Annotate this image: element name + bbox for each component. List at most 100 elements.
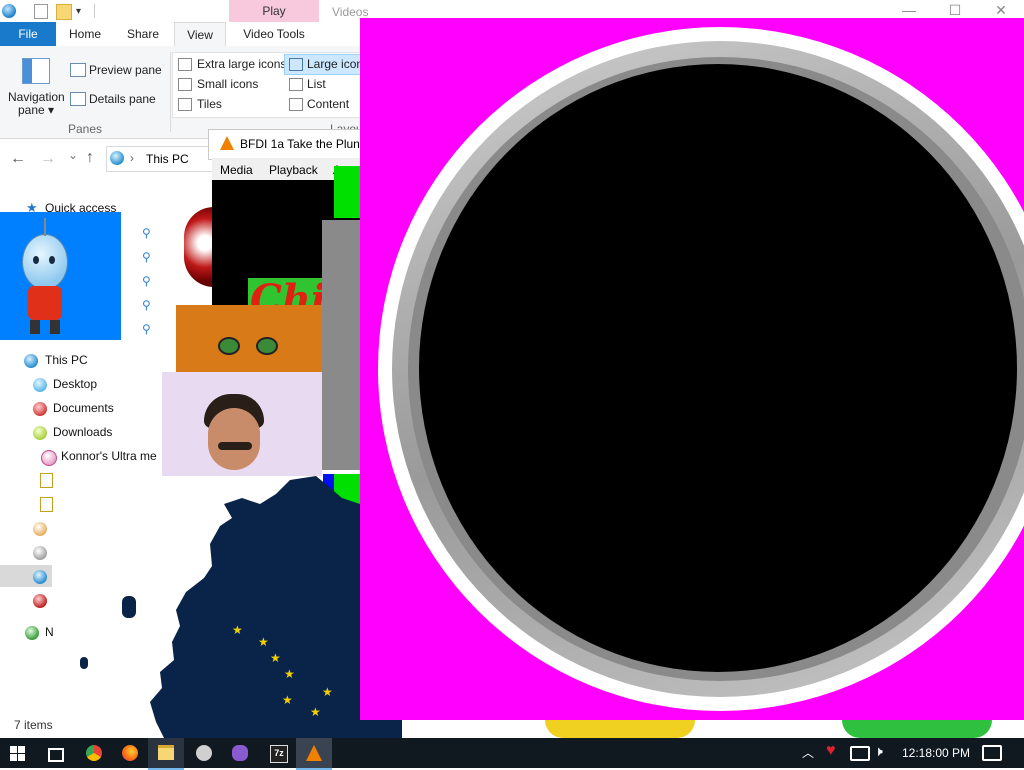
svg-text:★: ★ [258, 635, 269, 649]
vlc-icon [306, 745, 322, 761]
chrome-taskbar-button[interactable] [76, 738, 112, 768]
play-contextual-tab[interactable]: Play [229, 0, 319, 22]
tab-view[interactable]: View [174, 22, 226, 47]
vlc-window-title: BFDI 1a Take the Plung [240, 137, 367, 151]
vlc-menu-media[interactable]: Media [220, 163, 253, 177]
black-circle [419, 64, 1017, 672]
file-icon [40, 473, 53, 488]
vlc-cone-icon [220, 136, 234, 150]
start-button[interactable] [0, 738, 36, 768]
recent-locations-button[interactable]: ⌄ [68, 148, 78, 162]
chrome-icon [86, 745, 102, 761]
properties-icon[interactable] [34, 4, 48, 19]
7zip-icon: 7z [270, 745, 288, 763]
tiles-option[interactable]: Tiles [197, 97, 222, 111]
nav-documents[interactable]: Documents [53, 396, 114, 420]
dark-strip-image [360, 720, 402, 738]
file-explorer-taskbar-button[interactable] [148, 738, 184, 770]
drive-icon [33, 522, 47, 536]
breadcrumb-separator: › [130, 151, 134, 165]
pin-icon[interactable]: ⚲ [142, 298, 151, 312]
gray-panel-image [322, 220, 360, 470]
list-option[interactable]: List [307, 77, 326, 91]
new-folder-icon[interactable] [56, 4, 72, 20]
quick-access-dropdown-icon[interactable]: ▾ [76, 2, 86, 18]
green-block-image [334, 166, 360, 218]
navigation-pane-dropdown[interactable]: pane ▾ [18, 103, 54, 117]
cat-face-image [176, 305, 322, 373]
taskbar-clock[interactable]: 12:18:00 PM [902, 738, 970, 768]
konnors-folder-icon [41, 450, 57, 466]
nav-konnors-folder[interactable]: Konnor's Ultra me [61, 444, 157, 468]
nav-desktop[interactable]: Desktop [53, 372, 97, 396]
pin-icon[interactable]: ⚲ [142, 322, 151, 336]
breadcrumb-this-pc[interactable]: This PC [146, 152, 189, 166]
small-icons-option[interactable]: Small icons [197, 77, 258, 91]
task-view-icon [48, 748, 64, 762]
network-icon [25, 626, 39, 640]
content-icon [289, 98, 303, 111]
ribbon-divider [170, 52, 171, 132]
svg-text:★: ★ [310, 705, 321, 719]
tab-file[interactable]: File [0, 22, 56, 46]
svg-text:★: ★ [282, 693, 293, 707]
pin-icon[interactable]: ⚲ [142, 274, 151, 288]
details-pane-icon [70, 92, 86, 106]
nav-downloads[interactable]: Downloads [53, 420, 112, 444]
list-icon [289, 78, 303, 91]
7zip-taskbar-button[interactable]: 7z [260, 738, 296, 768]
small-island-shape [122, 596, 136, 618]
vlc-menu-playback[interactable]: Playback [269, 163, 318, 177]
desktop-icon [33, 378, 47, 392]
mouse-character-image [0, 212, 121, 340]
extra-large-icons-icon [178, 58, 192, 71]
network-tray-icon[interactable] [850, 746, 870, 761]
drive-icon [33, 594, 47, 608]
vlc-taskbar-button[interactable] [296, 738, 332, 770]
volume-tray-icon[interactable]: 🕨 [874, 743, 883, 760]
mouse-app-icon [196, 745, 212, 761]
explorer-app-icon[interactable] [2, 4, 16, 18]
mouse-app-taskbar-button[interactable] [186, 738, 222, 768]
drive-icon[interactable] [33, 570, 47, 584]
svg-text:★: ★ [284, 667, 295, 681]
green-disc-edge [842, 720, 992, 738]
nav-network[interactable]: N [45, 620, 54, 644]
forward-button[interactable]: → [40, 150, 56, 168]
panes-group-label: Panes [68, 122, 103, 136]
drive-icon [33, 546, 47, 560]
this-pc-icon [24, 354, 38, 368]
alaska-map-image: ★ ★ ★ ★ ★ ★ ★ [150, 476, 360, 738]
pin-icon[interactable]: ⚲ [142, 250, 151, 264]
start-icon [10, 746, 25, 761]
extra-large-icons-option[interactable]: Extra large icons [197, 57, 286, 71]
tab-video-tools[interactable]: Video Tools [234, 22, 314, 46]
pin-icon[interactable]: ⚲ [142, 226, 151, 240]
content-option[interactable]: Content [307, 97, 349, 111]
details-pane-button[interactable]: Details pane [89, 92, 156, 106]
navigation-pane-button[interactable]: Navigation [8, 90, 65, 104]
up-button[interactable]: ↑ [86, 149, 94, 167]
show-hidden-icons-button[interactable]: ︿ [802, 744, 814, 761]
small-icons-icon [178, 78, 192, 91]
svg-text:★: ★ [322, 685, 333, 699]
svg-text:★: ★ [270, 651, 281, 665]
firefox-taskbar-button[interactable] [112, 738, 148, 768]
status-item-count: 7 items [14, 718, 53, 732]
file-explorer-icon [158, 745, 174, 760]
action-center-button[interactable] [982, 745, 1002, 761]
task-view-button[interactable] [36, 738, 72, 768]
heart-tray-icon[interactable]: ♥ [826, 742, 836, 760]
preview-pane-button[interactable]: Preview pane [89, 63, 162, 77]
tab-home[interactable]: Home [60, 22, 110, 46]
navigation-pane-icon [22, 58, 50, 84]
tab-share[interactable]: Share [118, 22, 168, 46]
back-button[interactable]: ← [10, 150, 26, 168]
bonzi-taskbar-button[interactable] [222, 738, 258, 768]
file-icon [40, 497, 53, 512]
bonzi-icon [232, 745, 248, 761]
small-island-shape [80, 657, 88, 669]
yellow-disc-edge [545, 720, 695, 738]
this-pc-crumb-icon [110, 151, 124, 165]
nav-this-pc[interactable]: This PC [45, 348, 88, 372]
